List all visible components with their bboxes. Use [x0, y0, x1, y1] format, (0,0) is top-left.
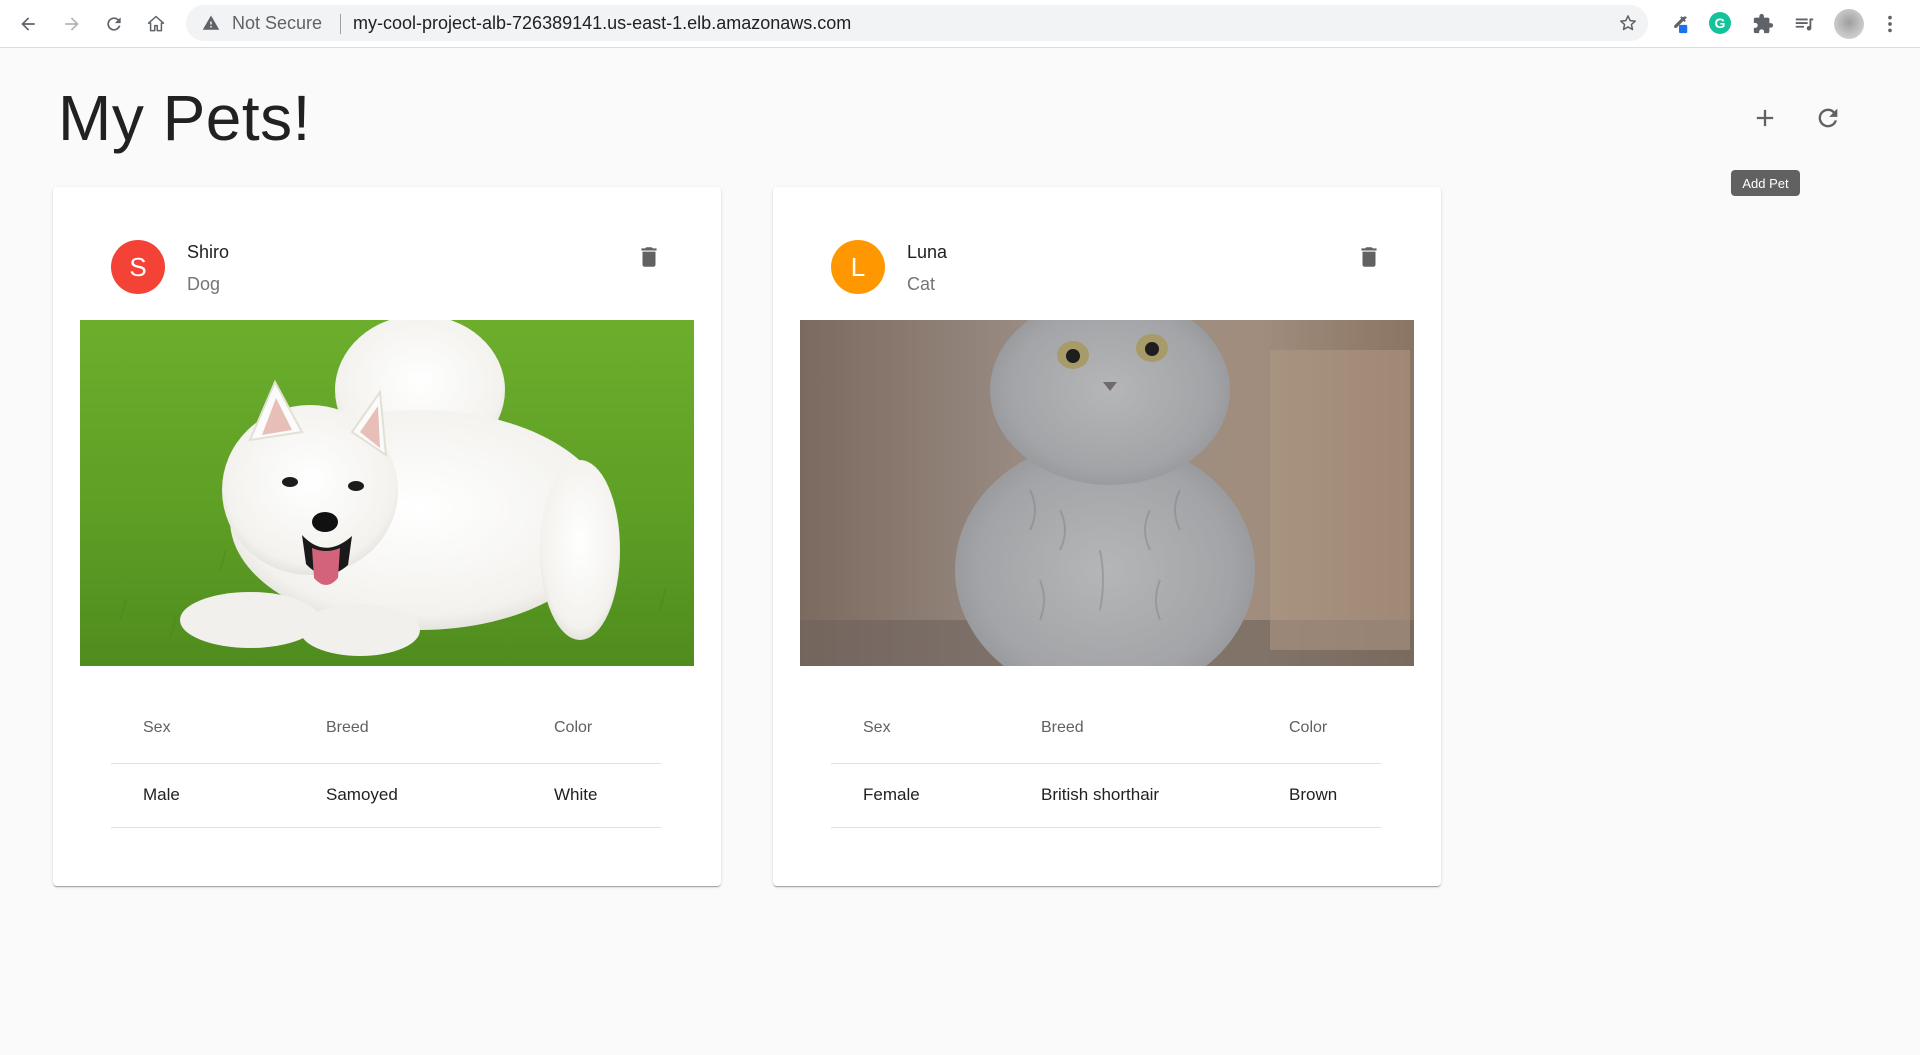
sex-header: Sex: [111, 693, 294, 764]
avatar: L: [831, 240, 885, 294]
home-icon[interactable]: [142, 10, 170, 38]
refresh-icon: [1818, 108, 1838, 128]
dog-photo: [80, 320, 694, 666]
address-bar[interactable]: Not Secure my-cool-project-alb-726389141…: [186, 5, 1648, 41]
sex-value: Male: [111, 763, 294, 828]
browser-toolbar: Not Secure my-cool-project-alb-726389141…: [0, 0, 1920, 48]
delete-pet-button[interactable]: [1353, 239, 1385, 275]
pet-card: L Luna Cat Sex Breed Color Female Britis…: [773, 187, 1441, 886]
warning-icon: [202, 15, 220, 30]
pet-type: Cat: [907, 274, 936, 294]
trash-icon: [1361, 247, 1377, 267]
eyedropper-extension-icon[interactable]: [1666, 11, 1692, 37]
pet-name: Luna: [907, 242, 948, 262]
add-pet-button[interactable]: [1743, 96, 1787, 140]
color-value: Brown: [1257, 763, 1381, 828]
page-title: My Pets!: [58, 82, 311, 154]
table-header-row: Sex Breed Color: [831, 693, 1381, 764]
back-arrow-icon[interactable]: [14, 10, 42, 38]
pet-name: Shiro: [187, 242, 230, 262]
color-header: Color: [1257, 693, 1381, 764]
table-row: Female British shorthair Brown: [831, 763, 1381, 828]
color-value: White: [522, 763, 661, 828]
pet-card: S Shiro Dog Sex Breed Color Male Samoyed…: [53, 187, 721, 886]
table-row: Male Samoyed White: [111, 763, 661, 828]
cat-photo: [800, 320, 1414, 666]
sex-header: Sex: [831, 693, 1009, 764]
forward-arrow-icon[interactable]: [58, 10, 86, 38]
profile-avatar[interactable]: [1834, 9, 1864, 39]
puzzle-extensions-icon[interactable]: [1750, 11, 1776, 37]
table-header-row: Sex Breed Color: [111, 693, 661, 764]
breed-value: British shorthair: [1009, 763, 1257, 828]
color-header: Color: [522, 693, 661, 764]
star-icon[interactable]: [1618, 13, 1638, 33]
kebab-menu-icon[interactable]: [1877, 11, 1903, 37]
plus-icon: [1756, 109, 1774, 127]
reload-icon[interactable]: [100, 10, 128, 38]
grammarly-icon[interactable]: G: [1709, 12, 1731, 34]
avatar: S: [111, 240, 165, 294]
add-pet-tooltip: Add Pet: [1731, 170, 1800, 196]
trash-icon: [641, 247, 657, 267]
pet-details-table: Sex Breed Color Male Samoyed White: [111, 693, 661, 828]
delete-pet-button[interactable]: [633, 239, 665, 275]
pet-details-table: Sex Breed Color Female British shorthair…: [831, 693, 1381, 828]
url-text[interactable]: my-cool-project-alb-726389141.us-east-1.…: [353, 14, 851, 32]
sex-value: Female: [831, 763, 1009, 828]
security-label[interactable]: Not Secure: [232, 14, 322, 32]
pet-type: Dog: [187, 274, 221, 294]
media-queue-icon[interactable]: [1791, 11, 1817, 37]
refresh-button[interactable]: [1806, 96, 1850, 140]
breed-header: Breed: [294, 693, 522, 764]
breed-value: Samoyed: [294, 763, 522, 828]
breed-header: Breed: [1009, 693, 1257, 764]
address-divider: [340, 14, 341, 34]
